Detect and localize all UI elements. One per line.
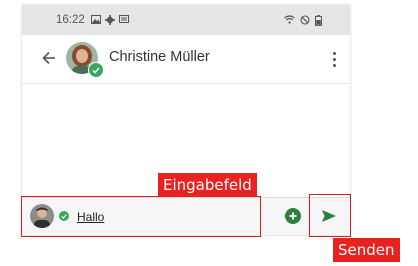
gear-icon (105, 15, 115, 25)
contact-name[interactable]: Christine Müller (109, 49, 210, 65)
input-field-callout: Eingabefeld (158, 173, 257, 197)
contact-avatar[interactable] (66, 42, 104, 78)
more-vertical-icon-dot (332, 51, 336, 55)
input-field-highlight (21, 196, 261, 237)
battery-icon (315, 15, 322, 26)
status-notification-icons (91, 15, 129, 25)
more-vertical-icon-dot (332, 63, 336, 67)
add-attachment-button[interactable] (285, 208, 301, 224)
back-button[interactable] (38, 47, 60, 69)
message-icon (119, 15, 129, 23)
status-bar: 16:22 (22, 5, 350, 35)
conversation-header: Christine Müller (22, 35, 350, 84)
do-not-disturb-icon (300, 15, 310, 25)
plus-circle-icon (289, 212, 297, 220)
status-time: 16:22 (56, 14, 85, 26)
wifi-icon (284, 15, 295, 24)
status-system-icons (284, 15, 322, 26)
send-button-callout: Senden (333, 238, 400, 262)
image-icon (91, 15, 101, 24)
more-vertical-icon-dot (332, 57, 336, 61)
check-icon (92, 67, 100, 74)
more-options-button[interactable] (326, 48, 342, 70)
send-button-highlight (309, 194, 351, 237)
contact-verified-badge (88, 62, 104, 78)
arrow-left-icon (42, 51, 55, 65)
